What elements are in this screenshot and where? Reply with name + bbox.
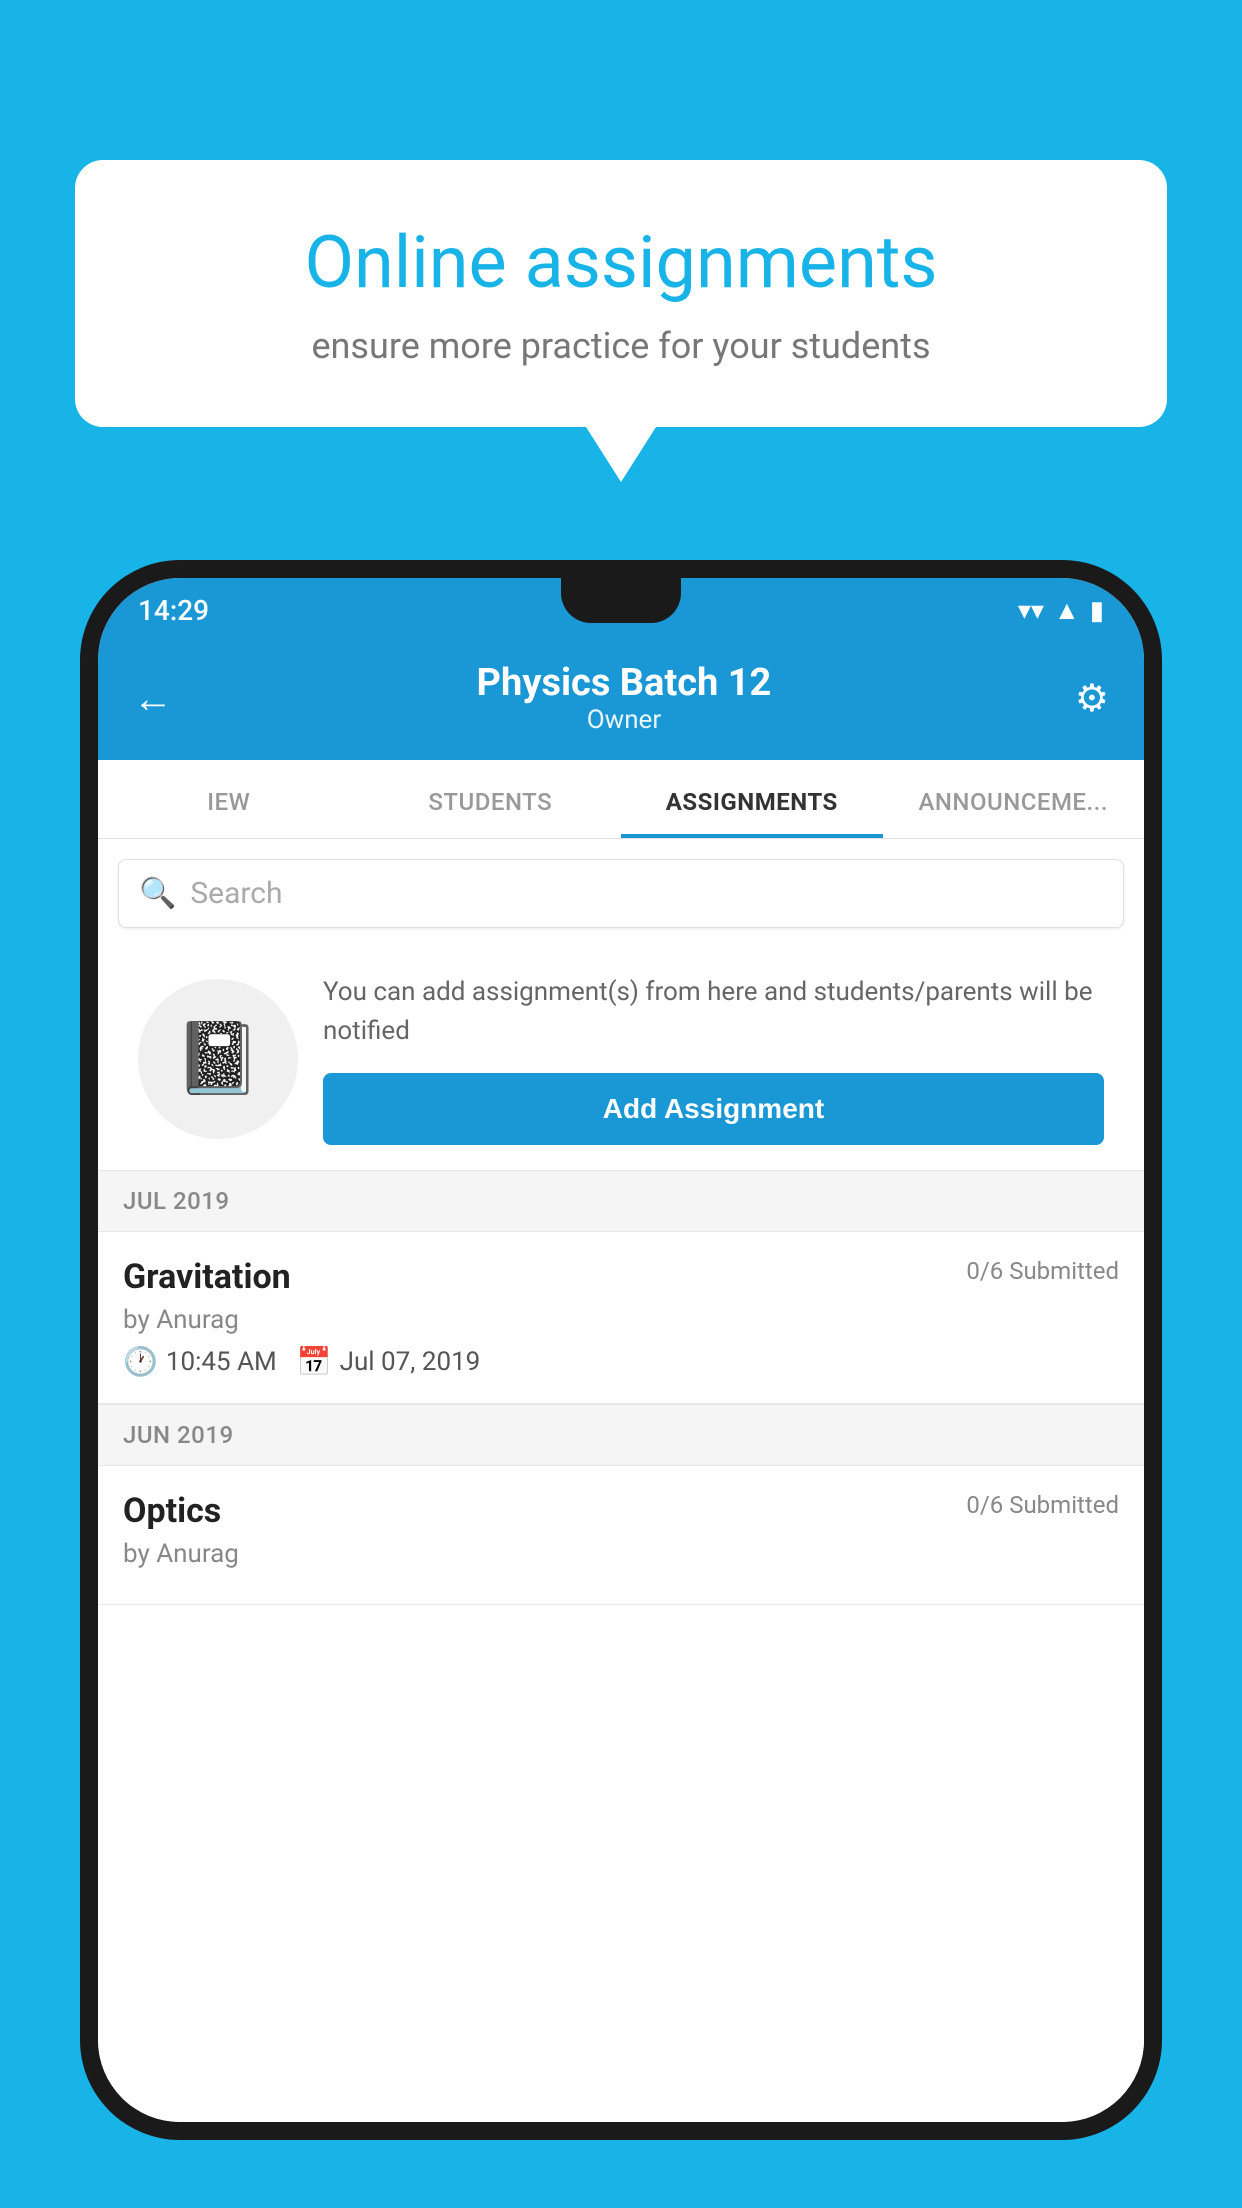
speech-bubble-container: Online assignments ensure more practice …: [75, 160, 1167, 482]
assignment-gravitation[interactable]: Gravitation 0/6 Submitted by Anurag 🕐 10…: [98, 1232, 1144, 1404]
search-icon: 🔍: [139, 876, 176, 911]
back-button[interactable]: ←: [133, 675, 173, 722]
speech-bubble: Online assignments ensure more practice …: [75, 160, 1167, 427]
calendar-icon: 📅: [297, 1345, 332, 1378]
content-area[interactable]: 🔍 Search 📓 You can add assignment(s) fro…: [98, 839, 1144, 2122]
search-bar[interactable]: 🔍 Search: [118, 859, 1124, 928]
header-subtitle: Owner: [477, 705, 772, 735]
speech-bubble-title: Online assignments: [145, 220, 1097, 305]
assignment-time: 10:45 AM: [166, 1347, 277, 1377]
clock-icon: 🕐: [123, 1345, 158, 1378]
assignment-author-optics: by Anurag: [123, 1539, 1119, 1569]
notebook-icon: 📓: [174, 1018, 261, 1100]
assignment-top-row-optics: Optics 0/6 Submitted: [123, 1491, 1119, 1531]
assignment-top-row: Gravitation 0/6 Submitted: [123, 1257, 1119, 1297]
meta-time: 🕐 10:45 AM: [123, 1345, 277, 1378]
assignment-submitted-optics: 0/6 Submitted: [966, 1491, 1119, 1519]
tab-students[interactable]: STUDENTS: [360, 760, 622, 838]
meta-date: 📅 Jul 07, 2019: [297, 1345, 481, 1378]
tab-announcements[interactable]: ANNOUNCEME...: [883, 760, 1145, 838]
assignment-submitted: 0/6 Submitted: [966, 1257, 1119, 1285]
assignment-name-optics: Optics: [123, 1491, 221, 1531]
tab-assignments[interactable]: ASSIGNMENTS: [621, 760, 883, 838]
assignment-author: by Anurag: [123, 1305, 1119, 1335]
status-icons: ▾▾ ▲ ▮: [1018, 595, 1104, 626]
tab-overview[interactable]: IEW: [98, 760, 360, 838]
promo-description: You can add assignment(s) from here and …: [323, 973, 1104, 1051]
tabs-bar: IEW STUDENTS ASSIGNMENTS ANNOUNCEME...: [98, 760, 1144, 839]
speech-bubble-tail: [586, 427, 656, 482]
assignment-meta: 🕐 10:45 AM 📅 Jul 07, 2019: [123, 1345, 1119, 1378]
promo-icon-circle: 📓: [138, 979, 298, 1139]
settings-icon[interactable]: ⚙: [1075, 676, 1109, 721]
battery-icon: ▮: [1090, 596, 1104, 626]
add-assignment-button[interactable]: Add Assignment: [323, 1073, 1104, 1145]
status-bar: 14:29 ▾▾ ▲ ▮: [98, 578, 1144, 643]
signal-icon: ▲: [1054, 595, 1080, 626]
assignment-name: Gravitation: [123, 1257, 291, 1297]
phone-frame: 14:29 ▾▾ ▲ ▮ ← Physics Batch 12 Owner ⚙: [80, 560, 1162, 2140]
phone-container: 14:29 ▾▾ ▲ ▮ ← Physics Batch 12 Owner ⚙: [80, 560, 1162, 2208]
speech-bubble-subtitle: ensure more practice for your students: [145, 325, 1097, 367]
app-header: ← Physics Batch 12 Owner ⚙: [98, 643, 1144, 760]
wifi-icon: ▾▾: [1018, 596, 1044, 626]
promo-text-area: You can add assignment(s) from here and …: [323, 973, 1104, 1145]
section-jul-2019: JUL 2019: [98, 1170, 1144, 1232]
header-center: Physics Batch 12 Owner: [477, 661, 772, 735]
assignment-date: Jul 07, 2019: [340, 1347, 481, 1377]
phone-screen: 14:29 ▾▾ ▲ ▮ ← Physics Batch 12 Owner ⚙: [98, 578, 1144, 2122]
notch: [561, 578, 681, 623]
search-placeholder: Search: [190, 876, 282, 911]
assignment-optics[interactable]: Optics 0/6 Submitted by Anurag: [98, 1466, 1144, 1605]
status-time: 14:29: [138, 594, 209, 627]
header-title: Physics Batch 12: [477, 661, 772, 705]
section-jun-2019: JUN 2019: [98, 1404, 1144, 1466]
promo-card: 📓 You can add assignment(s) from here an…: [118, 948, 1124, 1170]
